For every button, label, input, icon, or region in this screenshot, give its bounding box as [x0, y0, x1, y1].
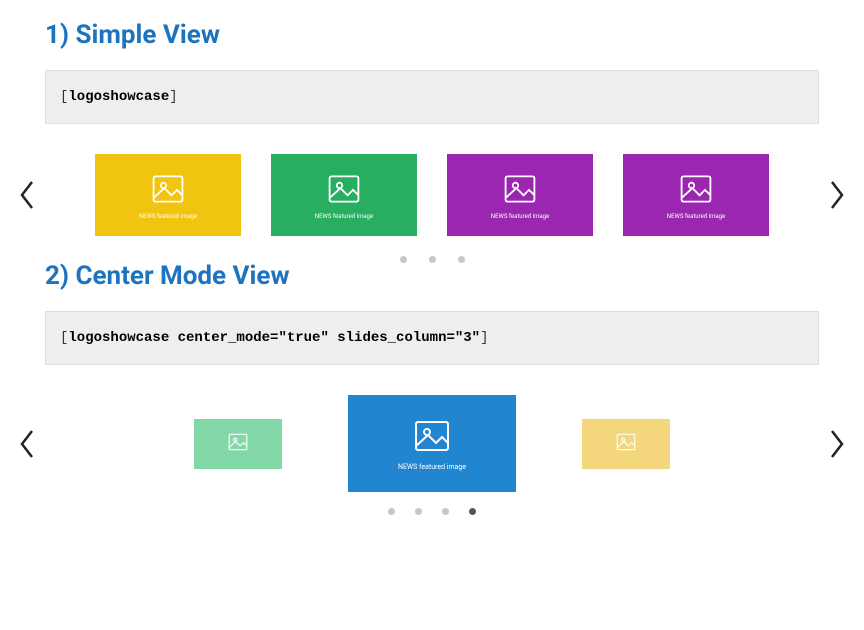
chevron-right-icon	[828, 428, 846, 460]
slide-item[interactable]: NEWS featured image	[447, 154, 593, 236]
dot[interactable]	[429, 256, 436, 263]
section-title-1: 1) Simple View	[45, 20, 819, 50]
slide-item[interactable]: NEWS featured image	[271, 154, 417, 236]
dot[interactable]	[458, 256, 465, 263]
chevron-left-icon	[18, 179, 36, 211]
image-placeholder-icon	[326, 171, 362, 211]
prev-arrow[interactable]	[17, 179, 37, 211]
slide-center[interactable]: NEWS featured image	[348, 395, 516, 492]
prev-arrow[interactable]	[17, 428, 37, 460]
dot[interactable]	[415, 508, 422, 515]
slide-caption: NEWS featured image	[139, 213, 197, 220]
pagination-dots-2	[45, 492, 819, 515]
image-placeholder-icon	[678, 171, 714, 211]
carousel-simple: NEWS featured image NEWS featured image …	[45, 154, 819, 236]
image-placeholder-icon	[502, 171, 538, 211]
slide-item[interactable]: NEWS featured image	[95, 154, 241, 236]
slide-side[interactable]	[194, 419, 282, 469]
image-placeholder-icon	[412, 416, 452, 460]
slide-caption: NEWS featured image	[491, 213, 549, 220]
image-placeholder-icon	[227, 431, 249, 457]
carousel-center: NEWS featured image	[45, 395, 819, 492]
dot[interactable]	[388, 508, 395, 515]
dot[interactable]	[400, 256, 407, 263]
next-arrow[interactable]	[827, 428, 847, 460]
image-placeholder-icon	[615, 431, 637, 457]
slide-caption: NEWS featured image	[667, 213, 725, 220]
code-block-2: [logoshowcase center_mode="true" slides_…	[45, 311, 819, 365]
dot[interactable]	[442, 508, 449, 515]
image-placeholder-icon	[150, 171, 186, 211]
next-arrow[interactable]	[827, 179, 847, 211]
chevron-right-icon	[828, 179, 846, 211]
slide-item[interactable]: NEWS featured image	[623, 154, 769, 236]
dot-active[interactable]	[469, 508, 476, 515]
chevron-left-icon	[18, 428, 36, 460]
section-title-2: 2) Center Mode View	[45, 261, 819, 291]
code-block-1: [logoshowcase]	[45, 70, 819, 124]
slide-side[interactable]	[582, 419, 670, 469]
slide-caption: NEWS featured image	[315, 213, 373, 220]
slide-caption: NEWS featured image	[398, 463, 466, 471]
